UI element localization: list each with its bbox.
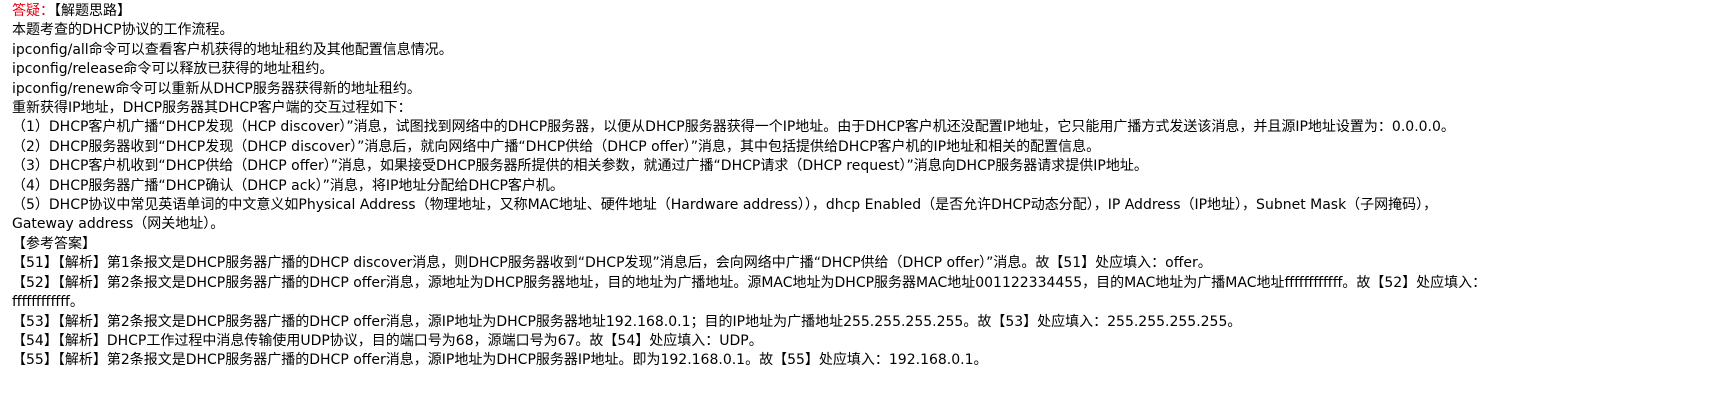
answer-document: 答疑：【解题思路】 本题考查的DHCP协议的工作流程。 ipconfig/all…: [12, 2, 1712, 371]
answer-line: 【54】【解析】DHCP工作过程中消息传输使用UDP协议，目的端口号为68，源端…: [12, 332, 763, 349]
answer-line: 【53】【解析】第2条报文是DHCP服务器广播的DHCP offer消息，源IP…: [12, 313, 1242, 330]
reference-title: 【参考答案】: [12, 235, 96, 252]
answer-label: 答疑：: [12, 3, 54, 19]
answer-line: 【55】【解析】第2条报文是DHCP服务器广播的DHCP offer消息，源IP…: [12, 352, 988, 369]
intro-line: 重新获得IP地址，DHCP服务器其DHCP客户端的交互过程如下：: [12, 100, 412, 117]
step-line: （3）DHCP客户机收到“DHCP供给（DHCP offer）”消息，如果接受D…: [12, 158, 1148, 175]
step-line-continuation: Gateway address（网关地址）。: [12, 216, 225, 233]
intro-line: ipconfig/release命令可以释放已获得的地址租约。: [12, 61, 334, 78]
intro-line: ipconfig/renew命令可以重新从DHCP服务器获得新的地址租约。: [12, 80, 421, 97]
intro-line: 本题考查的DHCP协议的工作流程。: [12, 22, 234, 39]
intro-line: ipconfig/all命令可以查看客户机获得的地址租约及其他配置信息情况。: [12, 41, 453, 58]
answer-line: 【52】【解析】第2条报文是DHCP服务器广播的DHCP offer消息，源地址…: [12, 274, 1487, 291]
step-line: （2）DHCP服务器收到“DHCP发现（DHCP discover）”消息后，就…: [12, 138, 1101, 155]
step-line: （4）DHCP服务器广播“DHCP确认（DHCP ack）”消息，将IP地址分配…: [12, 177, 564, 194]
step-line: （1）DHCP客户机广播“DHCP发现（HCP discover）”消息，试图找…: [12, 119, 1455, 136]
section-title: 【解题思路】: [54, 3, 131, 19]
answer-line-continuation: ffffffffffff。: [12, 294, 84, 311]
answer-line: 【51】【解析】第1条报文是DHCP服务器广播的DHCP discover消息，…: [12, 255, 1212, 272]
step-line: （5）DHCP协议中常见英语单词的中文意义如Physical Address（物…: [12, 197, 1438, 214]
answer-header: 答疑：【解题思路】: [12, 2, 1712, 21]
